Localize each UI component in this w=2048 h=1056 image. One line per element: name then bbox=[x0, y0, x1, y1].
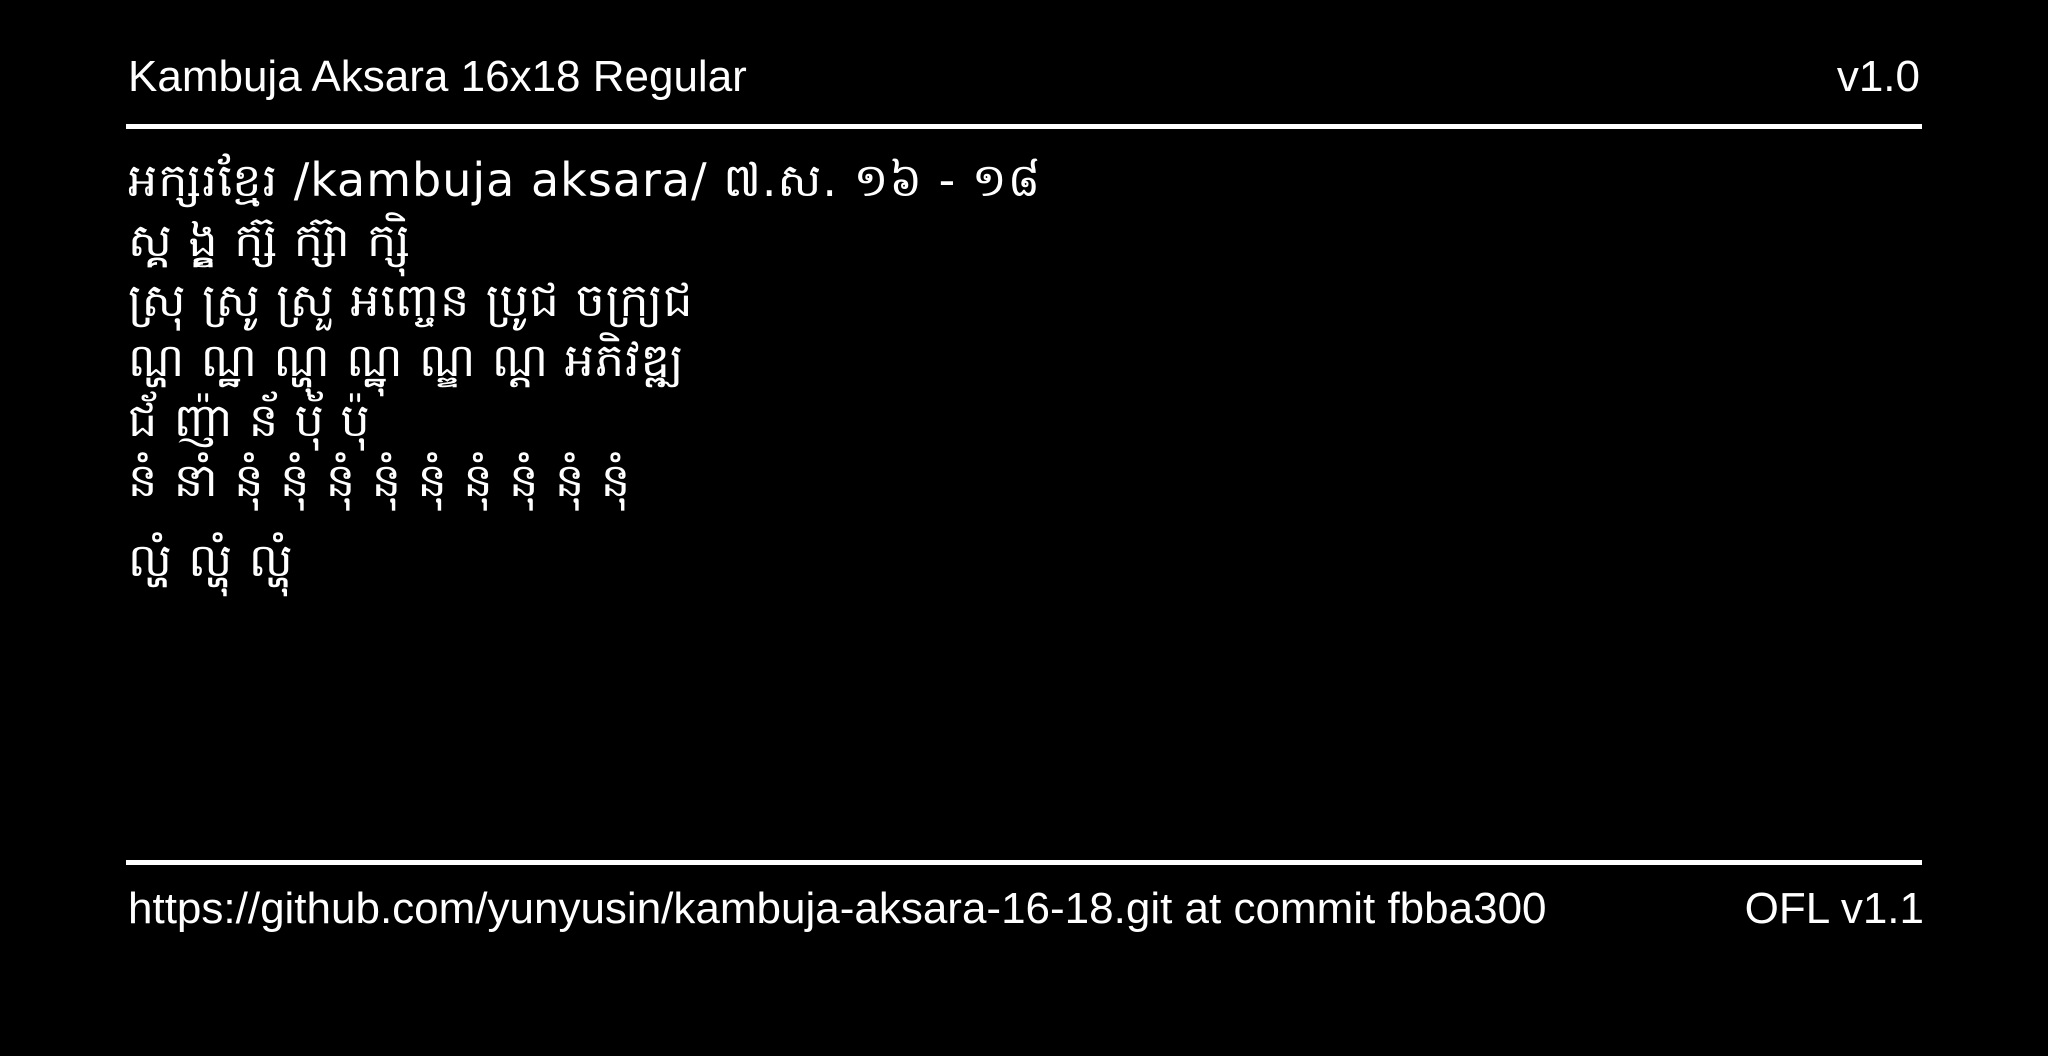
specimen-text: ស្គ្គ ង្ខ្គ ក្ស៊ ក្ស៊ា ក្ស៊ិ bbox=[128, 213, 411, 267]
specimen-footer: https://github.com/yunyusin/kambuja-aksa… bbox=[128, 884, 1924, 934]
specimen-text: ណ្ហ ណ្ឋ ណ្ហុ ណ្ឋុ ណ្ឌ ណ្ដ អភិវឌ្ឍ bbox=[128, 333, 685, 387]
header-divider bbox=[126, 124, 1922, 129]
specimen-line-4: ណ្ហ ណ្ឋ ណ្ហុ ណ្ឋុ ណ្ឌ ណ្ដ អភិវឌ្ឍ bbox=[128, 330, 1888, 390]
repository-commit-text: https://github.com/yunyusin/kambuja-aksa… bbox=[128, 884, 1547, 933]
specimen-text: ជ័ ញ៉ា ន័ ប៉័ ប៉ុ bbox=[128, 393, 371, 447]
footer-divider bbox=[126, 860, 1922, 865]
specimen-line-6: នំ នាំ នុំ នុំ នុំ នុំ នុំ នុំ នុំ នុំ ន… bbox=[128, 450, 1888, 510]
font-name-title: Kambuja Aksara 16x18 Regular bbox=[128, 52, 747, 101]
specimen-text: ល្ហំ ល្ហុំ ល្ហុំ bbox=[128, 533, 294, 587]
specimen-text: នំ នាំ នុំ នុំ នុំ នុំ នុំ នុំ នុំ នុំ ន… bbox=[128, 453, 632, 507]
license-label: OFL v1.1 bbox=[1744, 884, 1924, 933]
specimen-text: អក្សរខ្មែរ /kambuja aksara/ ៧.ស. ១៦ - ១៨ bbox=[128, 153, 1042, 207]
specimen-header: Kambuja Aksara 16x18 Regular v1.0 bbox=[128, 52, 1920, 102]
specimen-line-2: ស្គ្គ ង្ខ្គ ក្ស៊ ក្ស៊ា ក្ស៊ិ bbox=[128, 210, 1888, 270]
specimen-text: ស្រុ ស្រូ ស្រួ អញ្ចេន ប្រូជ ចក្រ្យជ bbox=[128, 273, 694, 327]
specimen-line-1: អក្សរខ្មែរ /kambuja aksara/ ៧.ស. ១៦ - ១៨ bbox=[128, 150, 1888, 210]
specimen-line-3: ស្រុ ស្រូ ស្រួ អញ្ចេន ប្រូជ ចក្រ្យជ bbox=[128, 270, 1888, 330]
specimen-line-5: ជ័ ញ៉ា ន័ ប៉័ ប៉ុ bbox=[128, 390, 1888, 450]
version-label: v1.0 bbox=[1836, 52, 1920, 101]
specimen-line-7: ល្ហំ ល្ហុំ ល្ហុំ bbox=[128, 530, 1888, 590]
glyph-specimen: អក្សរខ្មែរ /kambuja aksara/ ៧.ស. ១៦ - ១៨… bbox=[128, 150, 1888, 590]
